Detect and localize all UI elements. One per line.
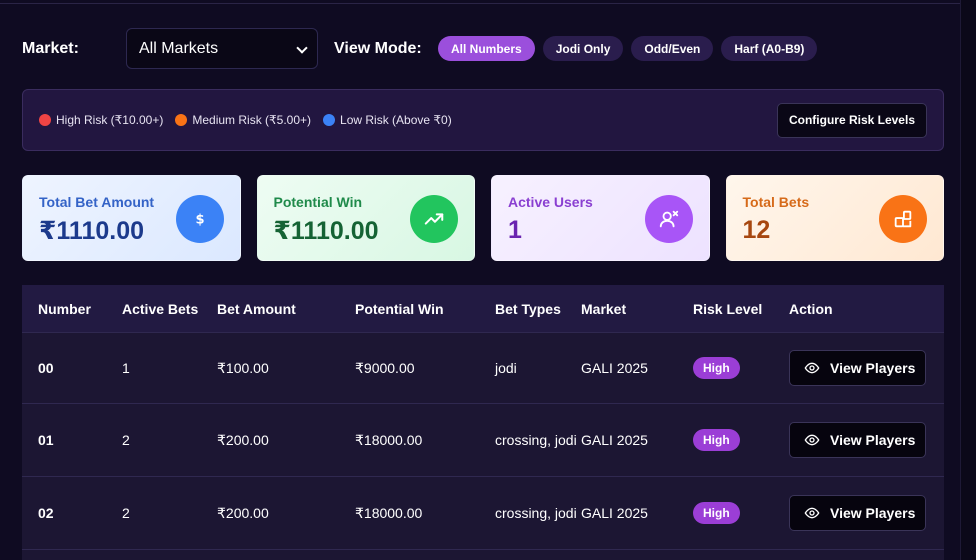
view-mode-odd-even[interactable]: Odd/Even [631,36,714,61]
view-players-label: View Players [830,505,916,521]
stat-card-total-bets: Total Bets 12 [725,175,944,261]
shapes-icon [879,195,927,243]
number-cell: 02 [38,505,54,521]
column-header[interactable]: Market [581,299,693,319]
risk-legend: High Risk (₹10.00+) Medium Risk (₹5.00+)… [22,89,944,151]
orange-dot-icon [175,114,188,126]
stat-card-potential-win: Potential Win ₹1110.00 [256,175,475,261]
vertical-scrollbar[interactable] [960,0,976,560]
chevron-down-icon [297,44,307,54]
view-mode-harf[interactable]: Harf (A0-B9) [721,36,818,61]
stat-card-active-users: Active Users 1 [491,175,710,261]
table-row: 01 2 ₹200.00 ₹18000.00 crossing, jodi GA… [22,404,944,477]
view-players-label: View Players [830,432,916,448]
table-row: 00 1 ₹100.00 ₹9000.00 jodi GALI 2025 Hig… [22,333,944,404]
table-header: Number Active Bets Bet Amount Potential … [22,285,944,333]
action-cell: View Players [789,495,929,531]
stat-card-total-bet-amount: Total Bet Amount ₹1110.00 $ [22,175,241,261]
eye-icon [804,362,820,374]
column-header[interactable]: Bet Amount [217,299,355,319]
active-bets-cell: 1 [122,360,130,376]
svg-text:$: $ [195,213,204,228]
users-icon [644,195,693,243]
legend-label: Medium Risk (₹5.00+) [192,113,312,127]
red-dot-icon [39,114,51,126]
active-bets-cell: 2 [122,505,130,521]
legend-medium-risk: Medium Risk (₹5.00+) [175,113,311,127]
view-players-button[interactable]: View Players [789,495,926,531]
legend-label: High Risk (₹10.00+) [56,113,164,127]
market-select-value: All Markets [139,39,219,57]
market-cell: GALI 2025 [581,432,648,448]
view-players-label: View Players [830,360,916,376]
action-cell: View Players [789,350,929,386]
column-header[interactable]: Potential Win [355,299,495,319]
risk-badge: High [693,429,740,451]
legend-low-risk: Low Risk (Above ₹0) [323,113,452,127]
market-cell: GALI 2025 [581,505,648,521]
view-players-button[interactable]: View Players [789,422,926,458]
potential-win-cell: ₹9000.00 [355,360,415,376]
legend-high-risk: High Risk (₹10.00+) [39,113,163,127]
column-header[interactable]: Active Bets [122,299,217,319]
stats-cards: Total Bet Amount ₹1110.00 $ Potential Wi… [22,175,944,261]
view-players-button[interactable]: View Players [789,350,926,386]
numbers-table: Number Active Bets Bet Amount Potential … [22,285,944,560]
risk-badge: High [693,502,740,524]
top-divider [0,0,960,4]
market-label: Market: [22,39,79,57]
risk-cell: High [693,429,789,451]
bet-amount-cell: ₹100.00 [217,360,269,376]
column-header[interactable]: Action [789,299,929,319]
blue-dot-icon [323,114,336,126]
bet-amount-cell: ₹200.00 [217,432,269,448]
column-header[interactable]: Number [22,299,122,319]
market-cell: GALI 2025 [581,360,648,376]
bet-types-cell: crossing, jodi [495,505,577,521]
risk-cell: High [693,502,789,524]
eye-icon [804,507,820,519]
bet-amount-cell: ₹200.00 [217,505,269,521]
number-cell: 01 [38,432,54,448]
eye-icon [804,434,820,446]
view-mode-jodi-only[interactable]: Jodi Only [542,36,624,61]
potential-win-cell: ₹18000.00 [355,432,423,448]
legend-label: Low Risk (Above ₹0) [340,113,452,127]
table-row: 02 2 ₹200.00 ₹18000.00 crossing, jodi GA… [22,477,944,550]
column-header[interactable]: Bet Types [495,299,581,319]
potential-win-cell: ₹18000.00 [355,505,423,521]
bet-types-cell: crossing, jodi [495,432,577,448]
market-select[interactable]: All Markets [126,28,318,69]
dollar-icon: $ [175,195,224,243]
column-header[interactable]: Risk Level [693,299,789,319]
view-mode-all-numbers[interactable]: All Numbers [438,36,535,61]
action-cell: View Players [789,422,929,458]
active-bets-cell: 2 [122,432,130,448]
configure-risk-levels-button[interactable]: Configure Risk Levels [776,102,927,138]
view-mode-label: View Mode: [334,39,422,57]
number-cell: 00 [38,360,54,376]
trending-up-icon [410,195,458,243]
filters-bar: Market: All Markets View Mode: All Numbe… [22,28,825,69]
risk-cell: High [693,357,789,379]
bet-types-cell: jodi [495,360,517,376]
risk-badge: High [693,357,740,379]
